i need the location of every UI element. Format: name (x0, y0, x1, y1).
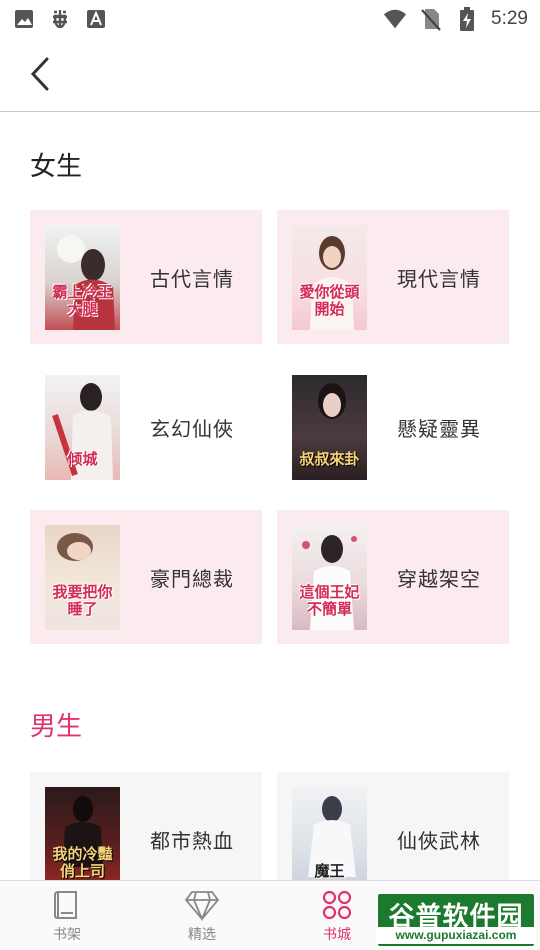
category-label: 仙俠武林 (397, 828, 481, 853)
category-label: 都市熱血 (150, 828, 234, 853)
back-button[interactable] (22, 54, 58, 94)
grid-icon (322, 890, 352, 919)
diamond-icon (184, 890, 220, 921)
section-title-female: 女生 (30, 152, 83, 182)
battery-charging-icon (455, 7, 479, 31)
category-card[interactable]: 這個王妃不簡單 穿越架空 (277, 510, 509, 644)
category-card[interactable]: 霸上冷王大腿 古代言情 (30, 210, 262, 344)
category-card[interactable]: 魔王 仙俠武林 (277, 772, 509, 880)
book-cover: 我要把你睡了 (45, 524, 120, 630)
nav-featured[interactable]: 精选 (152, 881, 252, 950)
category-label: 豪門總裁 (150, 566, 234, 591)
font-a-icon (84, 7, 108, 31)
category-card[interactable]: 倾城 玄幻仙俠 (30, 360, 262, 494)
book-cover: 叔叔來卦 (292, 374, 367, 480)
book-cover: 我的冷豔俏上司 (45, 786, 120, 880)
book-cover: 愛你從頭開始 (292, 224, 367, 330)
wifi-icon (383, 7, 407, 31)
category-label: 懸疑靈異 (397, 416, 481, 441)
category-label: 玄幻仙俠 (150, 416, 234, 441)
status-right-icons: 5:29 (383, 7, 528, 31)
category-label: 古代言情 (150, 266, 234, 291)
nav-bookshelf[interactable]: 书架 (17, 881, 117, 950)
book-cover: 霸上冷王大腿 (45, 224, 120, 330)
top-bar (0, 38, 540, 112)
clock: 5:29 (491, 8, 528, 29)
book-cover: 這個王妃不簡單 (292, 524, 367, 630)
section-title-male: 男生 (30, 712, 83, 742)
status-left-icons (12, 7, 108, 31)
category-card[interactable]: 我要把你睡了 豪門總裁 (30, 510, 262, 644)
category-card[interactable]: 愛你從頭開始 現代言情 (277, 210, 509, 344)
book-cover: 倾城 (45, 374, 120, 480)
category-card[interactable]: 叔叔來卦 懸疑靈異 (277, 360, 509, 494)
status-bar: 5:29 (0, 0, 540, 38)
category-list: 女生 霸上冷王大腿 古代言情 愛你從頭開始 現代言情 倾城 玄幻仙俠 叔叔來卦 … (0, 112, 540, 880)
nav-bookstore[interactable]: 书城 (287, 881, 387, 950)
book-icon (54, 890, 77, 919)
watermark-logo: 谷普软件园 www.gupuxiazai.com (376, 892, 536, 948)
chevron-left-icon (30, 57, 49, 91)
bug-icon (48, 7, 72, 31)
no-sim-icon (419, 7, 443, 31)
category-label: 現代言情 (397, 266, 481, 291)
book-cover: 魔王 (292, 786, 367, 880)
image-icon (12, 7, 36, 31)
category-label: 穿越架空 (397, 566, 481, 591)
category-card[interactable]: 我的冷豔俏上司 都市熱血 (30, 772, 262, 880)
